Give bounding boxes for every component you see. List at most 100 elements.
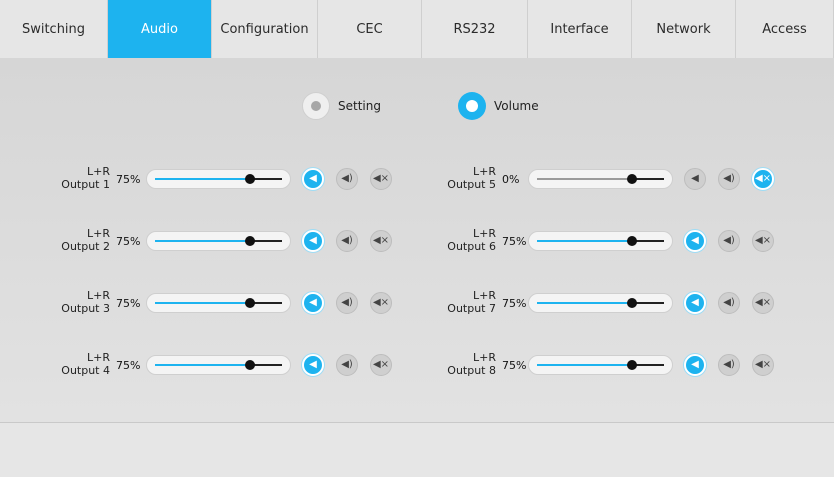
volume-slider[interactable] (528, 231, 673, 251)
speaker-low-button[interactable]: ◀ (684, 168, 706, 190)
speaker-mute-button[interactable]: ◀× (752, 354, 774, 376)
volume-percent: 75% (502, 235, 527, 248)
slider-knob[interactable] (245, 174, 255, 184)
tab-access[interactable]: Access (736, 0, 834, 58)
output-label: L+R Output 3 (0, 286, 110, 320)
slider-knob[interactable] (627, 174, 637, 184)
output-name: Output 3 (61, 302, 110, 315)
volume-percent: 75% (502, 297, 527, 310)
output-row: L+R Output 3 75% ◀ ◀) ◀× (0, 286, 400, 320)
output-name: Output 8 (447, 364, 496, 377)
speaker-low-icon: ◀ (691, 359, 699, 370)
setting-label: Setting (338, 99, 381, 113)
tab-network[interactable]: Network (632, 0, 736, 58)
output-row: L+R Output 7 75% ◀ ◀) ◀× (384, 286, 784, 320)
tab-cec[interactable]: CEC (318, 0, 422, 58)
channel-label: L+R (87, 289, 110, 302)
speaker-high-button[interactable]: ◀) (336, 354, 358, 376)
slider-knob[interactable] (245, 360, 255, 370)
speaker-mute-icon: ◀× (754, 297, 772, 308)
channel-label: L+R (473, 351, 496, 364)
channel-label: L+R (473, 165, 496, 178)
output-name: Output 4 (61, 364, 110, 377)
speaker-high-button[interactable]: ◀) (336, 168, 358, 190)
speaker-low-button[interactable]: ◀ (302, 354, 324, 376)
output-label: L+R Output 4 (0, 348, 110, 382)
speaker-mute-icon: ◀× (754, 173, 772, 184)
speaker-low-button[interactable]: ◀ (302, 168, 324, 190)
volume-slider[interactable] (528, 355, 673, 375)
tab-audio[interactable]: Audio (108, 0, 212, 58)
output-name: Output 1 (61, 178, 110, 191)
output-label: L+R Output 5 (384, 162, 496, 196)
volume-slider[interactable] (528, 293, 673, 313)
volume-slider[interactable] (146, 293, 291, 313)
slider-knob[interactable] (627, 360, 637, 370)
speaker-high-button[interactable]: ◀) (336, 230, 358, 252)
speaker-mute-icon: ◀× (754, 359, 772, 370)
volume-slider[interactable] (528, 169, 673, 189)
channel-label: L+R (473, 227, 496, 240)
audio-panel: Setting Volume L+R Output 1 75% ◀ ◀) ◀× L+R Out… (0, 58, 834, 422)
channel-label: L+R (87, 351, 110, 364)
tab-bar: Switching Audio Configuration CEC RS232 … (0, 0, 834, 59)
speaker-low-icon: ◀ (309, 297, 317, 308)
tab-interface[interactable]: Interface (528, 0, 632, 58)
speaker-low-button[interactable]: ◀ (684, 230, 706, 252)
tab-switching[interactable]: Switching (0, 0, 108, 58)
speaker-high-button[interactable]: ◀) (336, 292, 358, 314)
volume-label: Volume (494, 99, 539, 113)
output-label: L+R Output 7 (384, 286, 496, 320)
channel-label: L+R (473, 289, 496, 302)
speaker-low-icon: ◀ (309, 173, 317, 184)
output-label: L+R Output 6 (384, 224, 496, 258)
output-name: Output 5 (447, 178, 496, 191)
speaker-high-icon: ◀) (723, 297, 735, 308)
slider-knob[interactable] (627, 236, 637, 246)
output-row: L+R Output 8 75% ◀ ◀) ◀× (384, 348, 784, 382)
output-name: Output 7 (447, 302, 496, 315)
speaker-high-button[interactable]: ◀) (718, 168, 740, 190)
output-name: Output 6 (447, 240, 496, 253)
output-name: Output 2 (61, 240, 110, 253)
channel-label: L+R (87, 165, 110, 178)
slider-knob[interactable] (245, 236, 255, 246)
speaker-high-icon: ◀) (341, 235, 353, 246)
volume-slider[interactable] (146, 169, 291, 189)
speaker-low-button[interactable]: ◀ (684, 292, 706, 314)
speaker-low-icon: ◀ (309, 359, 317, 370)
speaker-high-icon: ◀) (723, 173, 735, 184)
speaker-low-button[interactable]: ◀ (302, 292, 324, 314)
speaker-high-button[interactable]: ◀) (718, 230, 740, 252)
speaker-low-icon: ◀ (309, 235, 317, 246)
channel-label: L+R (87, 227, 110, 240)
output-row: L+R Output 2 75% ◀ ◀) ◀× (0, 224, 400, 258)
volume-percent: 75% (116, 359, 141, 372)
speaker-high-button[interactable]: ◀) (718, 292, 740, 314)
speaker-low-button[interactable]: ◀ (302, 230, 324, 252)
tab-rs232[interactable]: RS232 (422, 0, 528, 58)
setting-radio[interactable] (302, 92, 330, 120)
speaker-low-icon: ◀ (691, 297, 699, 308)
speaker-high-button[interactable]: ◀) (718, 354, 740, 376)
speaker-high-icon: ◀) (341, 173, 353, 184)
speaker-mute-button[interactable]: ◀× (752, 292, 774, 314)
volume-mode-option[interactable]: Volume (458, 92, 539, 120)
footer-bar (0, 422, 834, 477)
speaker-low-icon: ◀ (691, 173, 699, 184)
output-row: L+R Output 4 75% ◀ ◀) ◀× (0, 348, 400, 382)
speaker-low-button[interactable]: ◀ (684, 354, 706, 376)
output-label: L+R Output 2 (0, 224, 110, 258)
volume-slider[interactable] (146, 355, 291, 375)
volume-percent: 75% (502, 359, 527, 372)
setting-mode-option[interactable]: Setting (302, 92, 381, 120)
tab-configuration[interactable]: Configuration (212, 0, 318, 58)
volume-percent: 75% (116, 235, 141, 248)
speaker-mute-button[interactable]: ◀× (752, 168, 774, 190)
volume-radio[interactable] (458, 92, 486, 120)
slider-knob[interactable] (627, 298, 637, 308)
speaker-mute-button[interactable]: ◀× (752, 230, 774, 252)
slider-knob[interactable] (245, 298, 255, 308)
output-row: L+R Output 1 75% ◀ ◀) ◀× (0, 162, 400, 196)
volume-slider[interactable] (146, 231, 291, 251)
